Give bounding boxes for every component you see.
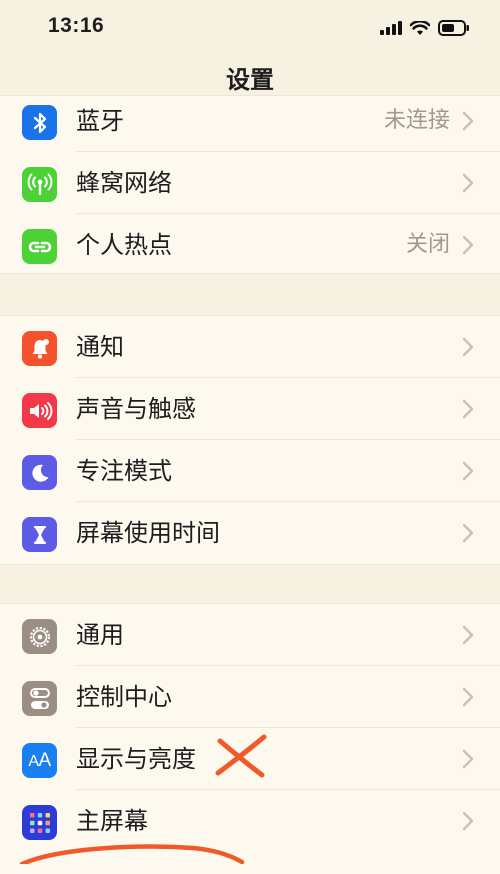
settings-row-hotspot[interactable]: 个人热点 关闭: [0, 214, 500, 276]
settings-row-control-center[interactable]: 控制中心: [0, 666, 500, 728]
status-bar: 13:16: [0, 0, 500, 52]
status-time: 13:16: [48, 14, 105, 37]
moon-icon: [22, 455, 57, 490]
text-size-icon: AA: [22, 743, 57, 778]
settings-row-bluetooth[interactable]: 蓝牙 未连接: [0, 90, 500, 152]
hotspot-link-icon: [22, 229, 57, 264]
chevron-right-icon: [462, 337, 474, 357]
settings-row-notifications[interactable]: 通知: [0, 316, 500, 378]
status-icons: [380, 19, 470, 37]
chevron-right-icon: [462, 687, 474, 707]
settings-row-cellular[interactable]: 蜂窝网络: [0, 152, 500, 214]
settings-row-label: 专注模式: [76, 457, 172, 485]
settings-row-label: 通用: [76, 621, 124, 649]
settings-group-general: 通用 控制中心 AA 显示与亮度 主屏幕: [0, 603, 500, 874]
settings-group-notifications: 通知 声音与触感 专注模式 屏幕使用时间: [0, 315, 500, 565]
settings-row-label: 通知: [76, 333, 124, 361]
wifi-icon: [410, 20, 430, 35]
cellular-signal-icon: [380, 21, 402, 35]
chevron-right-icon: [462, 625, 474, 645]
chevron-right-icon: [462, 523, 474, 543]
settings-row-general[interactable]: 通用: [0, 604, 500, 666]
chevron-right-icon: [462, 749, 474, 769]
gear-icon: [22, 619, 57, 654]
settings-row-display[interactable]: AA 显示与亮度: [0, 728, 500, 790]
bell-icon: [22, 331, 57, 366]
settings-row-focus[interactable]: 专注模式: [0, 440, 500, 502]
settings-group-connectivity: 蓝牙 未连接 蜂窝网络 个人热点 关闭: [0, 95, 500, 274]
settings-row-value: 未连接: [383, 108, 450, 133]
hourglass-icon: [22, 517, 57, 552]
speaker-icon: [22, 393, 57, 428]
settings-row-label: 屏幕使用时间: [76, 519, 220, 547]
chevron-right-icon: [462, 173, 474, 193]
settings-row-home-screen[interactable]: 主屏幕: [0, 790, 500, 852]
settings-row-label: 蜂窝网络: [76, 169, 172, 197]
settings-row-label: 主屏幕: [76, 807, 148, 835]
battery-icon: [438, 20, 469, 36]
bluetooth-icon: [22, 105, 57, 140]
settings-row-screen-time[interactable]: 屏幕使用时间: [0, 502, 500, 564]
home-grid-icon: [22, 805, 57, 840]
settings-row-label: 蓝牙: [76, 107, 124, 135]
antenna-icon: [22, 167, 57, 202]
settings-row-value: 关闭: [405, 232, 450, 257]
chevron-right-icon: [462, 111, 474, 131]
settings-row-sounds[interactable]: 声音与触感: [0, 378, 500, 440]
toggles-icon: [22, 681, 57, 716]
chevron-right-icon: [462, 811, 474, 831]
chevron-right-icon: [462, 461, 474, 481]
settings-row-label: 个人热点: [76, 231, 172, 259]
chevron-right-icon: [462, 399, 474, 419]
settings-row-label: 控制中心: [76, 683, 172, 711]
settings-row-label: 声音与触感: [76, 395, 196, 423]
settings-row-label: 显示与亮度: [76, 745, 196, 773]
chevron-right-icon: [462, 235, 474, 255]
